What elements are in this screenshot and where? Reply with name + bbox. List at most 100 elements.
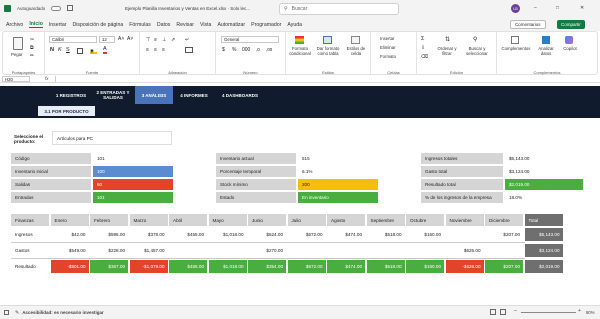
- search-placeholder: Buscar: [291, 6, 308, 12]
- sheet-nav-bar: 1 REGISTROS 2 ENTRADAS Y SALIDAS 3 ANÁLI…: [0, 86, 600, 104]
- menu-datos[interactable]: Datos: [157, 22, 171, 28]
- delete-button[interactable]: Eliminar: [380, 45, 396, 50]
- tab-entradas-salidas[interactable]: 2 ENTRADAS Y SALIDAS: [92, 86, 134, 104]
- product-select[interactable]: Artículos para PC: [52, 131, 172, 145]
- merge-cells-icon[interactable]: [185, 47, 193, 53]
- minimize-icon[interactable]: –: [534, 5, 537, 11]
- finance-cell: $624.00: [248, 228, 286, 241]
- finance-header: Finanzas: [11, 214, 49, 226]
- comments-button[interactable]: Comentarios: [510, 20, 546, 29]
- finance-header: Abril: [169, 214, 207, 226]
- menu-archivo[interactable]: Archivo: [6, 22, 23, 28]
- finance-cell: $354.00: [248, 260, 286, 273]
- bold-icon[interactable]: N: [50, 47, 54, 53]
- underline-icon[interactable]: S: [66, 47, 70, 53]
- cut-icon[interactable]: ✂: [30, 37, 34, 43]
- tab-registros[interactable]: 1 REGISTROS: [51, 86, 91, 104]
- analyze-data-icon: [542, 36, 550, 44]
- finance-cell: $1,018.00: [208, 260, 247, 273]
- zoom-out-icon[interactable]: –: [514, 308, 517, 314]
- percent-icon[interactable]: %: [232, 47, 236, 53]
- menu-insertar[interactable]: Insertar: [49, 22, 67, 28]
- analyze-data-button[interactable]: Analizar datos: [535, 46, 557, 56]
- accessibility-status[interactable]: Accesibilidad: es necesario investigar: [22, 310, 104, 315]
- thousands-icon[interactable]: 000: [242, 47, 250, 53]
- worksheet[interactable]: 1 REGISTROS 2 ENTRADAS Y SALIDAS 3 ANÁLI…: [0, 83, 600, 305]
- font-size-select[interactable]: 12: [99, 36, 115, 43]
- italic-icon[interactable]: K: [58, 47, 62, 53]
- grow-font-icon[interactable]: A˄: [118, 36, 124, 42]
- finance-cell: $42.00: [50, 228, 89, 241]
- fill-color-icon[interactable]: ◉: [90, 48, 97, 54]
- close-icon[interactable]: ✕: [580, 5, 584, 11]
- align-left-icon[interactable]: ≡: [146, 47, 149, 53]
- formula-input[interactable]: [55, 76, 595, 82]
- menu-programador[interactable]: Programador: [251, 22, 281, 28]
- normal-view-icon[interactable]: [490, 309, 496, 315]
- align-top-icon[interactable]: ⊤: [146, 37, 150, 43]
- finance-cell: $474.00: [327, 228, 365, 241]
- font-color-icon[interactable]: A: [103, 46, 107, 54]
- align-middle-icon[interactable]: ≡: [154, 37, 157, 43]
- format-table-button[interactable]: Dar formato como tabla: [314, 46, 342, 56]
- shrink-font-icon[interactable]: A˅: [127, 36, 133, 42]
- finance-row-label: Resultado: [11, 260, 49, 273]
- search-input[interactable]: ⚲ Buscar: [279, 3, 399, 15]
- conditional-format-button[interactable]: Formato condicional: [286, 46, 314, 56]
- cell-styles-button[interactable]: Estilos de celda: [342, 46, 370, 56]
- insert-button[interactable]: Insertar: [380, 36, 395, 41]
- complements-button[interactable]: Complementos: [499, 46, 533, 51]
- number-format-select[interactable]: General: [221, 36, 279, 43]
- menu-automatizar[interactable]: Automatizar: [217, 22, 245, 28]
- fill-icon[interactable]: ⇩: [421, 45, 425, 51]
- gasto-total-value: $3,124.00: [505, 166, 583, 177]
- save-icon[interactable]: [67, 5, 73, 11]
- tab-informes[interactable]: 4 INFORMES: [174, 86, 214, 104]
- menu-ayuda[interactable]: Ayuda: [287, 22, 302, 28]
- clear-icon[interactable]: ⌫: [421, 54, 428, 60]
- accessibility-icon[interactable]: ✎: [15, 310, 19, 316]
- zoom-in-icon[interactable]: +: [578, 308, 581, 314]
- fx-icon[interactable]: fx: [45, 76, 49, 81]
- menu-disposicion[interactable]: Disposición de página: [72, 22, 123, 28]
- subtab-por-producto[interactable]: 3.1 POR PRODUCTO: [38, 106, 95, 116]
- paste-icon[interactable]: [13, 37, 23, 50]
- share-button[interactable]: Compartir: [557, 20, 585, 29]
- maximize-icon[interactable]: □: [556, 5, 559, 11]
- finance-cell: $455.00: [169, 228, 207, 241]
- wrap-text-icon[interactable]: ↵: [185, 37, 189, 43]
- name-box[interactable]: H20: [2, 76, 30, 82]
- tab-analisis[interactable]: 3 ANÁLISIS: [135, 86, 173, 104]
- align-right-icon[interactable]: ≡: [162, 47, 165, 53]
- page-layout-icon[interactable]: [500, 309, 506, 315]
- font-name-select[interactable]: Calibri: [49, 36, 97, 43]
- entradas-value: 101: [93, 192, 173, 203]
- menu-formulas[interactable]: Fórmulas: [129, 22, 151, 28]
- zoom-level[interactable]: 80%: [586, 310, 595, 315]
- format-painter-icon[interactable]: ✏: [30, 53, 34, 59]
- format-button[interactable]: Formato: [380, 54, 396, 59]
- doc-title: Ejemplo Planilla Inventarios y Ventas en…: [125, 6, 251, 11]
- orientation-icon[interactable]: ⇗: [171, 37, 175, 43]
- autosum-icon[interactable]: Σ: [421, 36, 424, 42]
- copy-icon[interactable]: ⧉: [30, 45, 34, 51]
- decrease-decimal-icon[interactable]: ,00: [266, 47, 272, 52]
- menu-revisar[interactable]: Revisar: [176, 22, 194, 28]
- menu-vista[interactable]: Vista: [200, 22, 211, 28]
- increase-decimal-icon[interactable]: ,0: [256, 47, 260, 52]
- conditional-format-icon: [295, 36, 304, 44]
- align-center-icon[interactable]: ≡: [154, 47, 157, 53]
- tab-dashboards[interactable]: 4 DASHBOARDS: [216, 86, 264, 104]
- avatar[interactable]: LB: [511, 4, 520, 13]
- align-bottom-icon[interactable]: ⊥: [162, 37, 166, 43]
- sort-filter-button[interactable]: Ordenar y filtrar: [433, 46, 461, 56]
- codigo-value: 101: [93, 153, 173, 164]
- copilot-button[interactable]: Copilot: [559, 46, 581, 51]
- borders-icon[interactable]: [77, 48, 83, 54]
- menu-inicio[interactable]: Inicio: [29, 21, 43, 28]
- find-select-button[interactable]: Buscar y seleccionar: [463, 46, 491, 56]
- paste-button[interactable]: Pegar: [11, 52, 22, 57]
- autosave-toggle[interactable]: [51, 6, 61, 11]
- zoom-slider[interactable]: [521, 312, 576, 313]
- currency-icon[interactable]: $: [222, 47, 225, 53]
